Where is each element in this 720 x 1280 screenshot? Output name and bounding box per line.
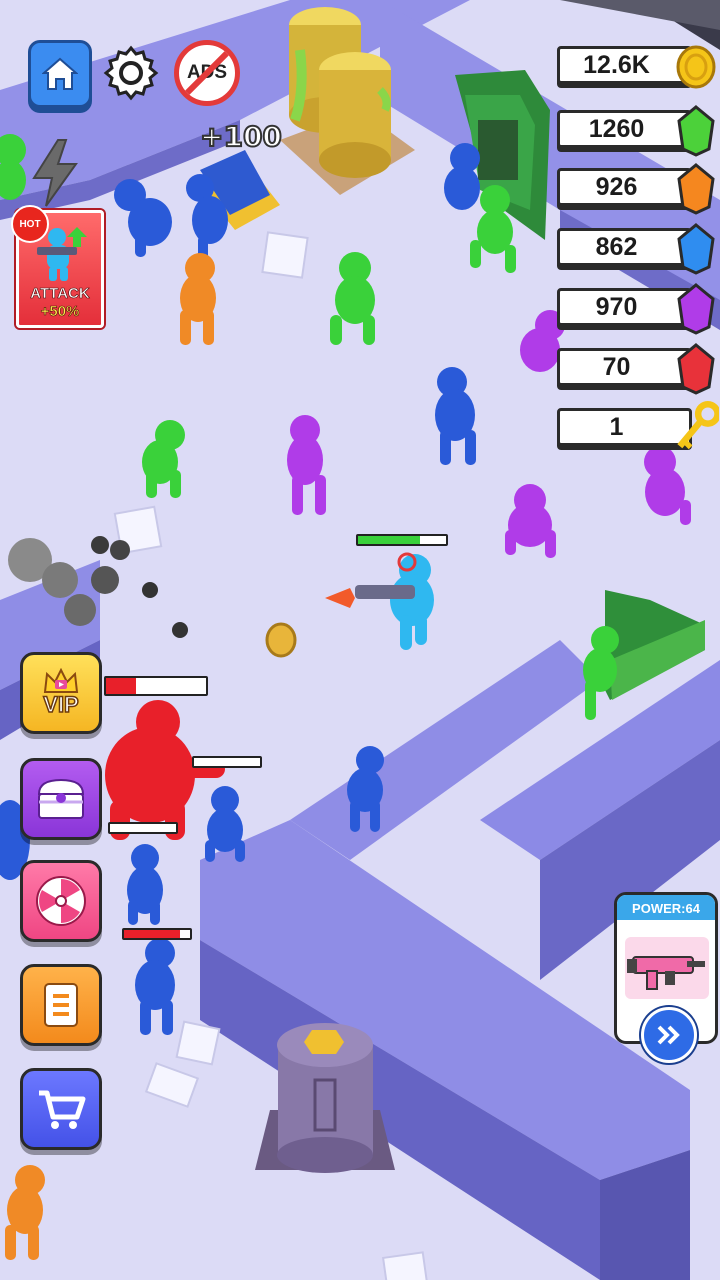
boss-health-fill: [106, 678, 136, 694]
orange-gem-value: 926: [595, 172, 638, 201]
vip-button[interactable]: VIP: [20, 652, 102, 734]
key-icon: [677, 401, 719, 450]
red-gem-counter: 70: [557, 343, 715, 395]
enemy-health-bar: [108, 822, 178, 834]
key-counter: 1: [557, 401, 719, 450]
blue-gem-counter: 862: [557, 223, 715, 275]
coin-icon: [676, 45, 716, 89]
lucky-wheel-button[interactable]: [20, 860, 102, 942]
attack-boost-offer[interactable]: HOT ATTACK +50%: [11, 205, 104, 328]
settings-button[interactable]: [100, 42, 162, 104]
cart-icon: [39, 1090, 86, 1129]
home-button[interactable]: [28, 40, 92, 108]
gear-icon: [103, 45, 159, 101]
coin-pickup[interactable]: [265, 622, 297, 658]
lightning-icon: [32, 139, 78, 207]
green-gem-counter: 1260: [557, 105, 715, 157]
enemy-health-bar: [122, 928, 192, 940]
vip-label: VIP: [43, 691, 80, 718]
weapon-upgrade-card[interactable]: POWER:64: [614, 892, 718, 1063]
coin-value: 12.6K: [583, 50, 650, 79]
chest-icon: [37, 778, 85, 819]
purple-gem-value: 970: [595, 292, 638, 321]
purple-gem-counter: 970: [557, 283, 715, 335]
power-label: POWER:64: [617, 895, 715, 920]
no-ads-button[interactable]: ADS: [174, 40, 240, 106]
double-chevron-right-icon: [657, 1025, 680, 1045]
boss-health-bar: [104, 676, 208, 696]
weapon-image: [625, 937, 709, 999]
wheel-icon: [36, 876, 86, 926]
coin-counter: 12.6K: [557, 45, 716, 89]
scroll-icon: [44, 983, 78, 1027]
orange-gem-counter: 926: [557, 163, 715, 215]
key-value: 1: [609, 412, 624, 441]
purple-gem-icon: [677, 283, 715, 335]
quest-button[interactable]: [20, 964, 102, 1046]
machine-gun-icon: [627, 956, 705, 990]
blue-gem-icon: [677, 223, 715, 275]
enemy-health-bar: [192, 756, 262, 768]
offer-bonus: +50%: [40, 303, 80, 321]
player-health-bar: [356, 534, 448, 546]
shop-button[interactable]: [20, 1068, 102, 1150]
green-gem-icon: [677, 105, 715, 157]
red-gem-icon: [677, 343, 715, 395]
red-gem-value: 70: [602, 352, 631, 381]
player-health-fill: [358, 536, 420, 544]
soldier-icon: [37, 227, 87, 281]
orange-gem-icon: [677, 163, 715, 215]
upgrade-arrow-button[interactable]: [641, 1007, 697, 1063]
offer-title: ATTACK: [30, 285, 90, 303]
green-gem-value: 1260: [588, 114, 645, 143]
no-ads-slash-icon: [179, 45, 235, 101]
home-icon: [42, 57, 78, 90]
reward-popup: +100: [199, 119, 283, 154]
blue-gem-value: 862: [595, 232, 638, 261]
chest-button[interactable]: [20, 758, 102, 840]
